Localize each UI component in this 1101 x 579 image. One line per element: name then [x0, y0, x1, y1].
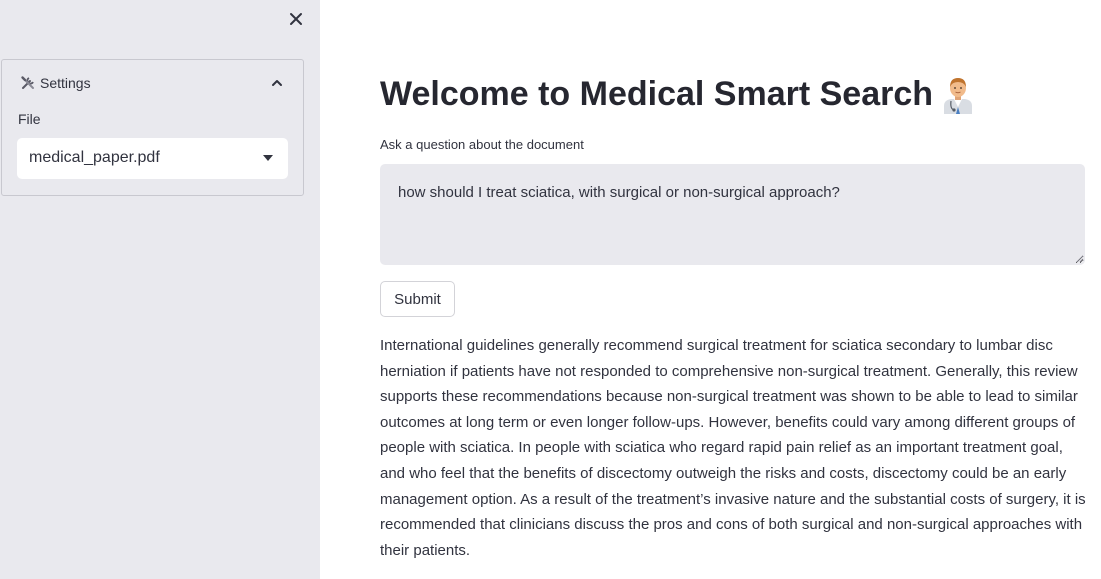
- file-select[interactable]: medical_paper.pdf: [17, 138, 288, 179]
- page-title-text: Welcome to Medical Smart Search: [380, 75, 934, 113]
- file-select-value: medical_paper.pdf: [29, 149, 160, 166]
- main-content: Welcome to Medical Smart Search Ask a qu…: [320, 0, 1101, 579]
- settings-expander-header[interactable]: Settings: [2, 60, 303, 106]
- caret-down-icon: [263, 155, 273, 161]
- answer-text: International guidelines generally recom…: [380, 337, 1086, 559]
- settings-expander: Settings File medical_paper.pdf: [1, 59, 304, 196]
- question-input[interactable]: how should I treat sciatica, with surgic…: [380, 164, 1085, 265]
- file-label: File: [18, 111, 41, 127]
- chevron-up-icon: [272, 80, 282, 86]
- close-icon: [290, 13, 302, 25]
- close-sidebar-button[interactable]: [283, 6, 309, 32]
- tools-icon: [21, 76, 34, 89]
- question-label: Ask a question about the document: [380, 137, 584, 152]
- settings-expander-title: Settings: [40, 75, 91, 91]
- doctor-emoji-icon: [944, 77, 973, 114]
- submit-button[interactable]: Submit: [380, 281, 455, 317]
- sidebar: Settings File medical_paper.pdf: [0, 0, 320, 579]
- page-title: Welcome to Medical Smart Search: [380, 75, 975, 114]
